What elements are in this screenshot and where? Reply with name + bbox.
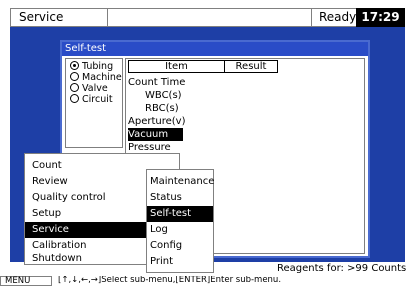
table-row[interactable]: RBC(s) bbox=[145, 102, 179, 115]
column-header-result: Result bbox=[235, 61, 267, 72]
test-type-radio-group: Tubing Machine Valve Circuit bbox=[65, 58, 123, 148]
radio-option-machine[interactable]: Machine bbox=[70, 72, 122, 83]
reagents-status: Reagents for: >99 Counts bbox=[277, 263, 407, 274]
top-status-bar: Service Ready 17:29 bbox=[10, 8, 405, 27]
column-header-item: Item bbox=[165, 61, 188, 72]
radio-unchecked-icon bbox=[70, 72, 79, 81]
radio-checked-icon bbox=[70, 61, 79, 70]
table-row[interactable]: Aperture(v) bbox=[128, 115, 185, 128]
submenu-item-config[interactable]: Config bbox=[147, 238, 213, 254]
table-row[interactable]: WBC(s) bbox=[145, 89, 182, 102]
table-row[interactable]: Count Time bbox=[128, 76, 185, 89]
table-row-selected[interactable]: Vacuum bbox=[128, 128, 183, 141]
submenu-item-self-test[interactable]: Self-test bbox=[147, 206, 213, 222]
divider bbox=[107, 9, 108, 26]
radio-unchecked-icon bbox=[70, 94, 79, 103]
clock: 17:29 bbox=[356, 8, 405, 27]
radio-unchecked-icon bbox=[70, 83, 79, 92]
submenu-item-status[interactable]: Status bbox=[147, 190, 213, 206]
submenu-item-print[interactable]: Print bbox=[147, 254, 213, 270]
window-title: Self-test bbox=[62, 42, 368, 56]
submenu-item-log[interactable]: Log bbox=[147, 222, 213, 238]
screen-title: Service bbox=[19, 10, 64, 24]
status-text: Ready bbox=[319, 10, 357, 24]
submenu-item-maintenance[interactable]: Maintenance bbox=[147, 174, 214, 190]
radio-option-circuit[interactable]: Circuit bbox=[70, 94, 113, 105]
divider bbox=[311, 9, 312, 26]
bottom-status-bar: MENU [↑,↓,←,→]Select sub-menu,[ENTER]Ent… bbox=[0, 276, 415, 286]
radio-option-tubing[interactable]: Tubing bbox=[70, 61, 113, 72]
table-header: Item Result bbox=[128, 60, 278, 73]
radio-option-valve[interactable]: Valve bbox=[70, 83, 108, 94]
service-submenu: Maintenance Status Self-test Log Config … bbox=[146, 169, 214, 273]
